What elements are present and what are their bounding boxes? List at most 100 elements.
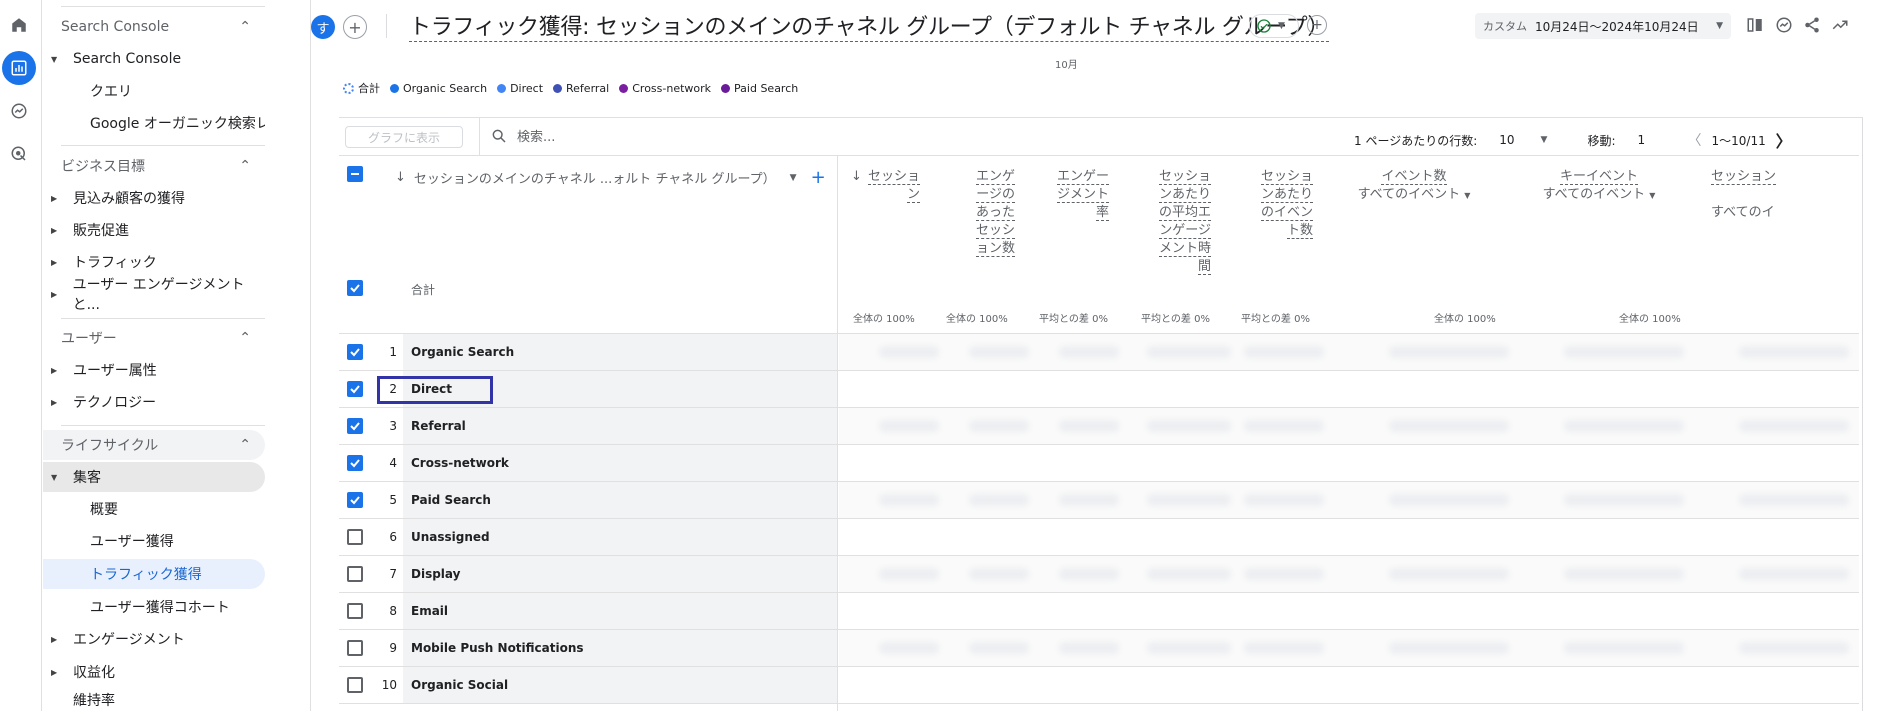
row-checkbox[interactable] xyxy=(347,677,363,693)
row-dimension-cell[interactable]: Display xyxy=(403,556,837,592)
row-checkbox[interactable] xyxy=(347,529,363,545)
report-status-button[interactable]: ▼ xyxy=(1249,14,1299,38)
select-all-checkbox[interactable] xyxy=(347,166,363,182)
row-dimension-cell[interactable]: Organic Social xyxy=(403,667,837,703)
add-button[interactable]: + xyxy=(1307,15,1327,35)
metric-header-session-key-event-rate[interactable]: セッション すべてのイ xyxy=(1711,168,1859,222)
share-icon[interactable] xyxy=(1801,14,1823,36)
legend-item-paid-search[interactable]: Paid Search xyxy=(721,80,798,96)
nav-item-search-console[interactable]: ▼ Search Console xyxy=(43,44,265,74)
table-row[interactable]: 8 Email xyxy=(339,593,1859,630)
table-row[interactable]: 6 Unassigned xyxy=(339,519,1859,556)
date-range-picker[interactable]: カスタム 10月24日～2024年10月24日 ▼ xyxy=(1475,13,1731,39)
metric-header-events-per-session[interactable]: セッショ ンあたり のイベン ト数 xyxy=(1229,168,1313,240)
metric-header-key-events[interactable]: キーイベント すべてのイベント ▼ xyxy=(1524,168,1674,205)
plot-rows-button[interactable]: グラフに表示 xyxy=(345,126,463,148)
metric-header-sessions[interactable]: ↓ セッショ ン xyxy=(845,168,920,204)
row-checkbox[interactable] xyxy=(347,381,363,397)
nav-sub-traffic-acquisition[interactable]: トラフィック獲得 xyxy=(43,559,265,589)
nav-item-engagement[interactable]: ▶ エンゲージメント xyxy=(43,624,265,654)
legend-item-direct[interactable]: Direct xyxy=(497,80,543,96)
row-dimension-cell[interactable]: Cross-network xyxy=(403,445,837,481)
page-title[interactable]: トラフィック獲得: セッションのメインのチャネル グループ（デフォルト チャネル… xyxy=(409,9,1329,42)
table-search[interactable]: 検索... xyxy=(491,126,555,145)
advertising-icon[interactable] xyxy=(2,137,36,171)
table-row[interactable]: 2 Direct xyxy=(339,371,1859,408)
row-dimension-cell[interactable]: Mobile Push Notifications xyxy=(403,630,837,666)
trend-icon[interactable] xyxy=(1829,14,1851,36)
event-filter-select[interactable]: すべてのイベント ▼ xyxy=(1339,186,1489,205)
prev-page-icon[interactable]: 〈 xyxy=(1688,130,1702,150)
search-input[interactable]: 検索... xyxy=(517,126,555,145)
nav-item-monetization[interactable]: ▶ 収益化 xyxy=(43,657,265,687)
home-icon[interactable] xyxy=(2,8,36,42)
table-row[interactable]: 7 Display xyxy=(339,556,1859,593)
nav-sub-overview[interactable]: 概要 xyxy=(43,494,265,524)
nav-sub-organic-search[interactable]: Google オーガニック検索レ... xyxy=(43,108,265,138)
row-checkbox[interactable] xyxy=(347,418,363,434)
section-search-console[interactable]: Search Console ⌃ xyxy=(43,12,265,42)
legend-item-referral[interactable]: Referral xyxy=(553,80,609,96)
rows-per-page-select[interactable]: 10 ▼ xyxy=(1499,133,1547,147)
goto-input[interactable]: 1 xyxy=(1638,133,1678,147)
table-row[interactable]: 3 Referral xyxy=(339,408,1859,445)
avatar[interactable]: す xyxy=(311,15,335,39)
nav-item-lead-gen[interactable]: ▶ 見込み顧客の獲得 xyxy=(43,183,265,213)
table-row[interactable]: 1 Organic Search xyxy=(339,334,1859,371)
total-engagement-rate: 平均との差 0% xyxy=(1039,314,1108,325)
row-checkbox[interactable] xyxy=(347,640,363,656)
metric-header-avg-engagement-time[interactable]: セッショ ンあたり の平均エ ンゲージ メント時 間 xyxy=(1129,168,1211,276)
add-dimension-button[interactable]: + xyxy=(811,167,826,188)
reports-icon[interactable] xyxy=(2,51,36,85)
compare-icon[interactable] xyxy=(1744,14,1766,36)
row-checkbox[interactable] xyxy=(347,566,363,582)
next-page-icon[interactable]: 〉 xyxy=(1776,128,1792,152)
row-checkbox[interactable] xyxy=(347,455,363,471)
add-comparison-button[interactable]: + xyxy=(343,15,367,39)
metric-header-event-count[interactable]: イベント数 すべてのイベント ▼ xyxy=(1339,168,1489,205)
metric-header-engagement-rate[interactable]: エンゲー ジメント 率 xyxy=(1029,168,1109,222)
row-dimension-cell[interactable]: Organic Search xyxy=(403,334,837,370)
row-dimension-cell[interactable]: Unassigned xyxy=(403,519,837,555)
table-row[interactable]: 9 Mobile Push Notifications xyxy=(339,630,1859,667)
nav-item-user-engagement[interactable]: ▶ ユーザー エンゲージメントと... xyxy=(43,277,265,313)
metric-header-engaged-sessions[interactable]: エンゲ ージの あった セッシ ョン数 xyxy=(939,168,1015,258)
legend-item-organic-search[interactable]: Organic Search xyxy=(390,80,487,96)
nav-sub-acquisition-cohort[interactable]: ユーザー獲得コホート xyxy=(43,592,265,622)
nav-item-traffic[interactable]: ▶ トラフィック xyxy=(43,247,265,277)
redacted-value xyxy=(1564,420,1684,432)
row-dimension-cell[interactable]: Email xyxy=(403,593,837,629)
event-filter-select[interactable]: すべてのイベント ▼ xyxy=(1524,186,1674,205)
nav-item-technology[interactable]: ▶ テクノロジー xyxy=(43,387,265,417)
redacted-value xyxy=(1244,346,1324,358)
legend-item-total[interactable]: 合計 xyxy=(343,80,380,96)
section-lifecycle[interactable]: ライフサイクル ⌃ xyxy=(43,430,265,460)
row-checkbox[interactable] xyxy=(347,344,363,360)
redacted-value xyxy=(1564,642,1684,654)
insights-icon[interactable] xyxy=(1773,14,1795,36)
section-business-goals[interactable]: ビジネス目標 ⌃ xyxy=(43,151,265,181)
total-checkbox[interactable] xyxy=(347,280,363,296)
dimension-header[interactable]: ↓ セッションのメインのチャネル ...ォルト チャネル グループ） ▼ + xyxy=(395,167,826,188)
table-row[interactable]: 5 Paid Search xyxy=(339,482,1859,519)
table-row[interactable]: 4 Cross-network xyxy=(339,445,1859,482)
legend-item-cross-network[interactable]: Cross-network xyxy=(619,80,711,96)
nav-sub-user-acquisition[interactable]: ユーザー獲得 xyxy=(43,526,265,556)
nav-label: Google オーガニック検索レ... xyxy=(90,116,265,132)
row-checkbox[interactable] xyxy=(347,492,363,508)
nav-item-sales[interactable]: ▶ 販売促進 xyxy=(43,215,265,245)
nav-item-retention[interactable]: 維持率 xyxy=(43,690,265,711)
table-row[interactable]: 10 Organic Social xyxy=(339,667,1859,704)
section-user[interactable]: ユーザー ⌃ xyxy=(43,323,265,353)
row-dimension-cell[interactable]: Paid Search xyxy=(403,482,837,518)
row-checkbox[interactable] xyxy=(347,603,363,619)
nav-item-demographics[interactable]: ▶ ユーザー属性 xyxy=(43,355,265,385)
search-icon xyxy=(492,129,506,143)
legend-dot xyxy=(343,82,354,94)
row-dimension-cell[interactable]: Referral xyxy=(403,408,837,444)
row-number: 10 xyxy=(381,678,397,692)
nav-sub-queries[interactable]: クエリ xyxy=(43,76,265,106)
explore-icon[interactable] xyxy=(2,94,36,128)
nav-item-acquisition[interactable]: ▼ 集客 xyxy=(43,462,265,492)
divider xyxy=(61,145,265,146)
